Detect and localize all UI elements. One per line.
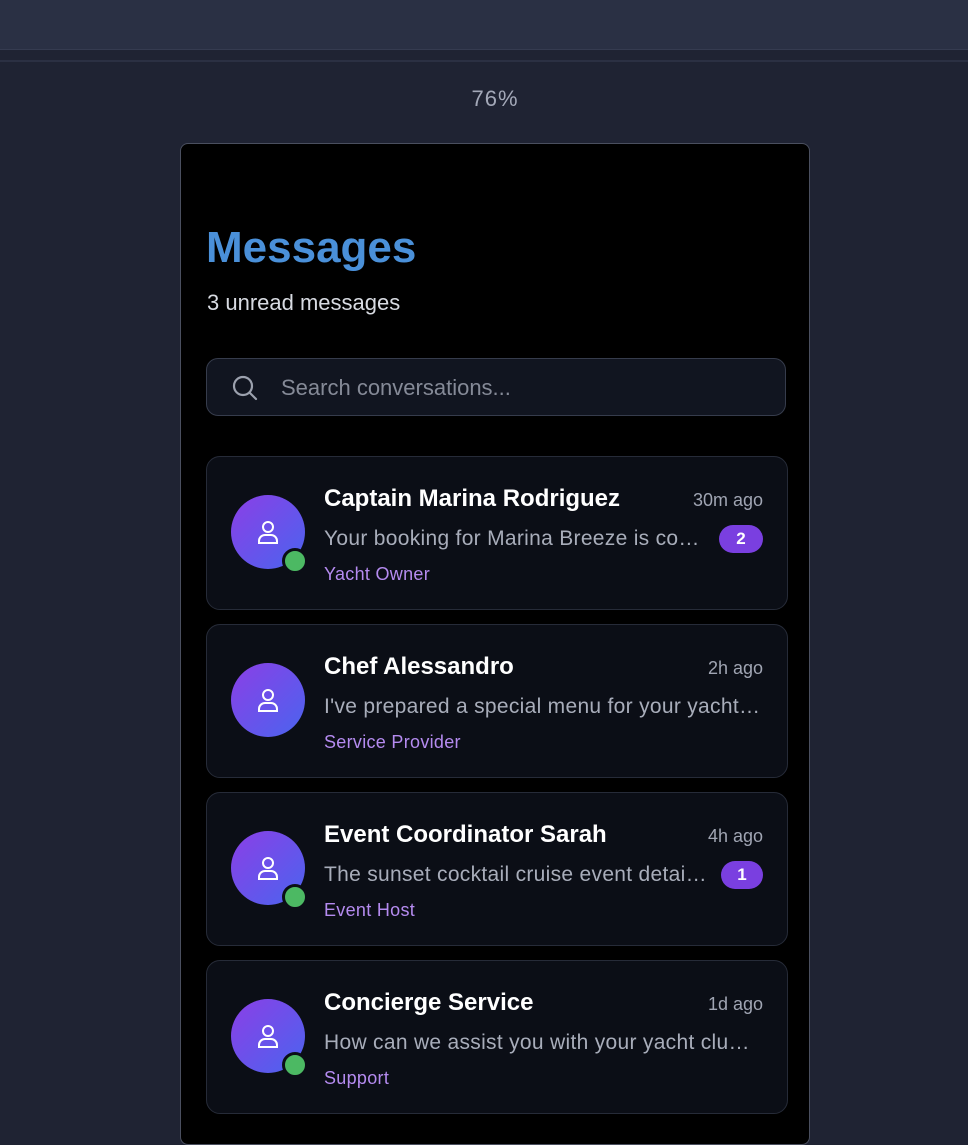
conversation-item[interactable]: Chef Alessandro 2h ago I've prepared a s… (206, 624, 788, 778)
message-time: 30m ago (692, 490, 763, 510)
message-time: 2h ago (707, 658, 763, 678)
message-preview: The sunset cocktail cruise event details… (324, 863, 708, 886)
page-title: Messages (206, 223, 417, 272)
message-time: 4h ago (707, 826, 763, 846)
contact-name: Chef Alessandro (324, 653, 514, 680)
message-preview: How can we assist you with your yacht cl… (324, 1031, 760, 1054)
zoom-level: 76% (471, 86, 519, 111)
contact-role: Yacht Owner (324, 564, 431, 584)
unread-count: 3 unread messages (207, 290, 401, 315)
browser-toolbar (0, 0, 968, 50)
user-icon (258, 857, 278, 880)
message-preview: Your booking for Marina Breeze is confir… (324, 527, 704, 550)
conversation-item[interactable]: Captain Marina Rodriguez 30m ago Your bo… (206, 456, 788, 610)
search-input[interactable] (279, 359, 773, 417)
unread-badge: 1 (721, 861, 763, 889)
online-indicator (282, 548, 308, 574)
device-frame: Messages 3 unread messages Captain Marin… (180, 143, 810, 1145)
contact-role: Service Provider (324, 732, 461, 752)
avatar (231, 663, 305, 737)
contact-role: Support (324, 1068, 390, 1088)
contact-name: Event Coordinator Sarah (324, 821, 607, 848)
contact-name: Concierge Service (324, 989, 534, 1016)
user-icon (258, 521, 278, 544)
contact-role: Event Host (324, 900, 416, 920)
online-indicator (282, 884, 308, 910)
message-preview: I've prepared a special menu for your ya… (324, 695, 760, 718)
online-indicator (282, 1052, 308, 1078)
message-time: 1d ago (707, 994, 763, 1014)
conversation-item[interactable]: Event Coordinator Sarah 4h ago The sunse… (206, 792, 788, 946)
search-icon (232, 375, 258, 401)
unread-badge: 2 (719, 525, 763, 553)
conversation-item[interactable]: Concierge Service 1d ago How can we assi… (206, 960, 788, 1114)
user-icon (258, 689, 278, 712)
search-bar[interactable] (206, 358, 786, 417)
user-icon (258, 1025, 278, 1048)
contact-name: Captain Marina Rodriguez (324, 485, 621, 512)
toolbar-divider (0, 60, 968, 62)
